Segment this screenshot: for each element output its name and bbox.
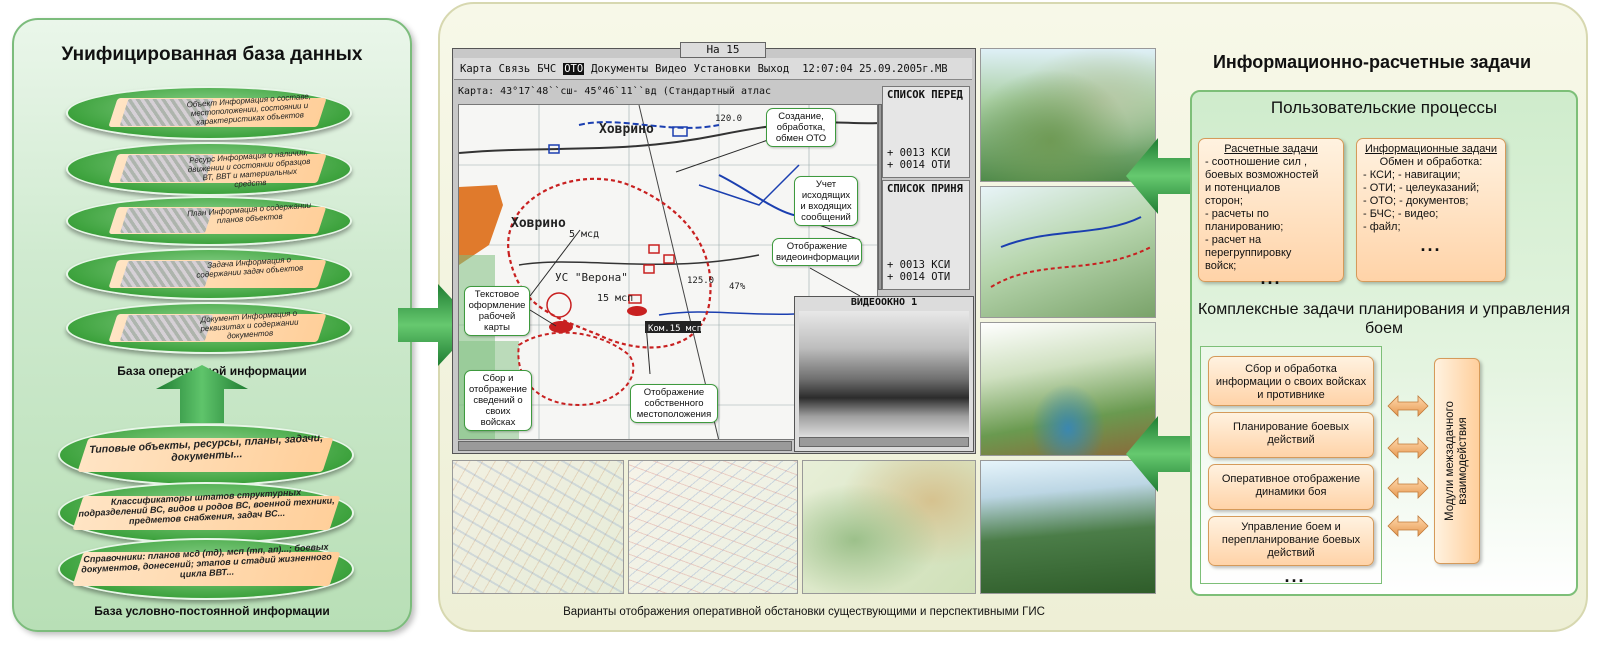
calc-task-line-4: сторон; <box>1205 195 1243 207</box>
info-task-line-2: - ОТИ; - целеуказаний; <box>1363 182 1480 194</box>
up-arrow-icon <box>156 365 248 423</box>
left-arrow-icon-upper <box>1126 138 1190 214</box>
menu-item-settings[interactable]: Установки <box>694 63 751 75</box>
gis-variants-caption: Варианты отображения оперативной обстано… <box>563 606 1045 618</box>
permanent-info-caption: База условно-постоянной информации <box>94 604 330 618</box>
calc-task-line-2: боевых возможностей <box>1205 169 1319 181</box>
calc-task-line-5: - расчеты по <box>1205 208 1269 220</box>
calc-task-line-7: - расчет на <box>1205 234 1262 246</box>
menu-item-oto[interactable]: ОТО <box>563 62 585 75</box>
window-title-tab: На 15 <box>680 42 766 58</box>
user-processes-heading: Пользовательские процессы <box>1270 98 1498 117</box>
gis-map-thumb-3 <box>802 460 976 594</box>
info-task-line-3: - ОТО; - документов; <box>1363 195 1469 207</box>
calc-task-line-1: - соотношение сил , <box>1205 156 1308 168</box>
disc-references: Справочники: планов мсд (тд), мсп (тп, а… <box>58 538 354 600</box>
video-scrollbar[interactable] <box>799 437 969 447</box>
left-arrow-icon-lower <box>1126 416 1190 492</box>
info-task-line-4: - БЧС; - видео; <box>1363 208 1439 220</box>
calc-task-line-6: планированию; <box>1205 221 1284 233</box>
info-task-line-5: - файл; <box>1363 221 1401 233</box>
info-calc-tasks-title: Информационно-расчетные задачи <box>1212 52 1532 72</box>
callout-own-troops: Сбор и отображение сведений о своих войс… <box>464 370 532 431</box>
inter-task-modules-box: Модули межзадачного взаимодействия <box>1434 358 1480 564</box>
menu-item-documents[interactable]: Документы <box>591 63 648 75</box>
info-tasks-subtitle: Обмен и обработка: <box>1379 156 1483 168</box>
callout-video-display: Отображение видеоинформации <box>772 238 862 266</box>
menu-item-comm[interactable]: Связь <box>499 63 531 75</box>
gis-map-thumb-2 <box>628 460 798 594</box>
calc-task-line-3: и потенциалов <box>1205 182 1281 194</box>
disc-classifiers: Классификаторы штатов структурных подраз… <box>58 482 354 544</box>
complex-tasks-heading: Комплексные задачи планирования и управл… <box>1197 301 1571 337</box>
menu-item-bchs[interactable]: БЧС <box>537 63 556 75</box>
gis-map-thumb-1 <box>452 460 624 594</box>
map-horizontal-scrollbar[interactable] <box>458 441 792 451</box>
disc-document: Документ Информация о реквизитах и содер… <box>66 302 352 354</box>
menu-item-map[interactable]: Карта <box>460 63 492 75</box>
menu-item-video[interactable]: Видео <box>655 63 687 75</box>
callout-create-oto: Создание, обработка, обмен ОТО <box>766 108 836 147</box>
info-tasks-box: Информационные задачи Обмен и обработка:… <box>1356 138 1506 282</box>
disc-plan: План Информация о содержании планов объе… <box>66 196 352 246</box>
disc-resource-text: Ресурс Информация о наличии, движении и … <box>187 147 312 190</box>
calc-tasks-box: Расчетные задачи - соотношение сил , бое… <box>1198 138 1344 288</box>
info-task-line-1: - КСИ; - навигации; <box>1363 169 1461 181</box>
callout-message-accounting: Учет исходящих и входящих сообщений <box>794 176 858 226</box>
task-dynamics-display: Оперативное отображение динамики боя <box>1208 464 1374 510</box>
menu-item-exit[interactable]: Выход <box>758 63 790 75</box>
calc-task-line-8: перегруппировку <box>1205 247 1292 259</box>
task-battle-control: Управление боем и перепланирование боевы… <box>1208 516 1374 566</box>
double-arrows <box>1387 395 1429 537</box>
disc-object: Объект Информация о составе, местоположе… <box>66 86 352 140</box>
complex-tasks-ellipsis: ... <box>1284 566 1306 586</box>
task-planning: Планирование боевых действий <box>1208 412 1374 458</box>
info-tasks-ellipsis: ... <box>1420 235 1442 255</box>
menu-bar: Карта Связь БЧС ОТО Документы Видео Уста… <box>454 58 972 80</box>
calc-tasks-ellipsis: ... <box>1260 268 1282 288</box>
callout-own-location: Отображение собственного местоположения <box>630 384 718 423</box>
callout-text-design: Текстовое оформление рабочей карты <box>464 286 530 336</box>
disc-typical-objects: Типовые объекты, ресурсы, планы, задачи,… <box>58 424 354 486</box>
calc-tasks-title: Расчетные задачи <box>1224 143 1318 155</box>
disc-resource: Ресурс Информация о наличии, движении и … <box>66 142 352 196</box>
inter-task-modules-label: Модули межзадачного взаимодействия <box>1444 401 1469 521</box>
clock-readout: 12:07:04 25.09.2005г.МВ <box>802 62 948 75</box>
unified-database-title: Унифицированная база данных <box>61 44 363 65</box>
info-tasks-title: Информационные задачи <box>1364 143 1498 155</box>
task-collect-info: Сбор и обработка информации о своих войс… <box>1208 356 1374 406</box>
disc-task: Задача Информация о содержании задач объ… <box>66 248 352 300</box>
